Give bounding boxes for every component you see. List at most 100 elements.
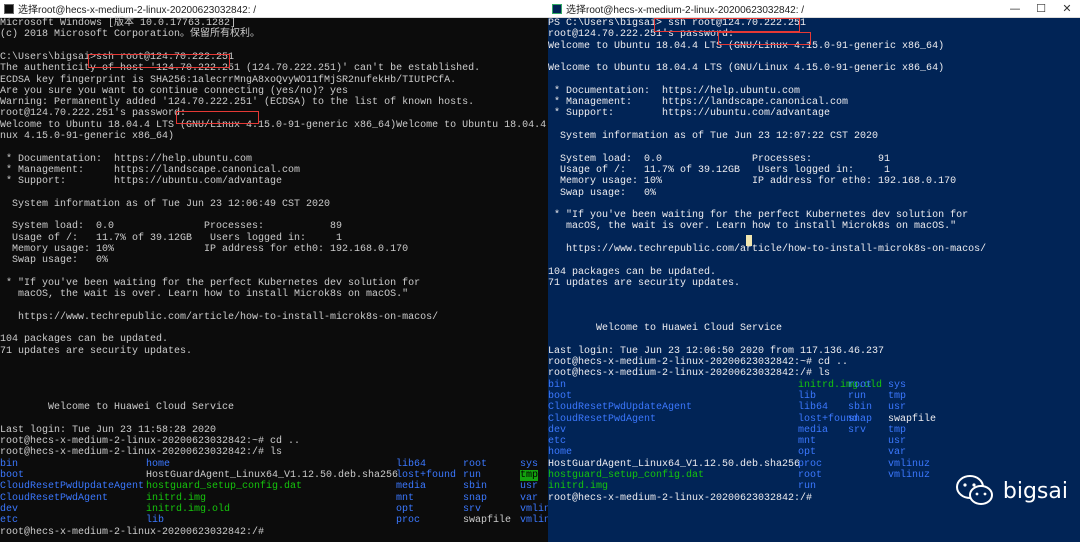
cmd-app-icon	[4, 3, 14, 14]
terminal-line: Warning: Permanently added '124.70.222.2…	[0, 97, 475, 109]
terminal-line: Memory usage: 10% IP address for eth0: 1…	[0, 244, 409, 255]
ls-entry: boot	[548, 390, 573, 402]
minimize-button[interactable]: —	[1002, 2, 1028, 15]
terminal-line: * "If you've been waiting for the perfec…	[0, 277, 421, 289]
terminal-line: https://www.techrepublic.com/article/how…	[548, 244, 987, 255]
terminal-line: Welcome to Huawei Cloud Service	[548, 323, 783, 335]
terminal-line: * Management: https://landscape.canonica…	[0, 164, 301, 176]
terminal-line: * Support: https://ubuntu.com/advantage	[0, 176, 283, 188]
powershell-window-title: 选择root@hecs-x-medium-2-linux-20200623032…	[566, 5, 805, 16]
ls-entry: proc	[798, 458, 823, 470]
ls-entry: var	[520, 492, 539, 504]
ls-entry: CloudResetPwdAgent	[548, 413, 657, 425]
terminal-line: Memory usage: 10% IP address for eth0: 1…	[548, 176, 957, 188]
cmd-terminal-output[interactable]: Microsoft Windows [版本 10.0.17763.1282] (c…	[0, 18, 548, 542]
ls-entry: swapfile	[463, 515, 512, 527]
ls-entry: mnt	[396, 492, 415, 504]
ls-entry: lib64	[396, 458, 427, 470]
terminal-line: Last login: Tue Jun 23 11:58:28 2020	[0, 424, 217, 436]
terminal-line: ECDSA key fingerprint is SHA256:1alecrrM…	[0, 74, 457, 86]
ls-entry: sys	[888, 379, 907, 391]
left-password-highlight	[176, 111, 259, 124]
wechat-icon	[955, 475, 993, 505]
terminal-line: (c) 2018 Microsoft Corporation。保留所有权利。	[0, 29, 261, 41]
terminal-line: Welcome to Ubuntu 18.04.4 LTS (GNU/Linux…	[548, 63, 945, 75]
powershell-window[interactable]: 选择root@hecs-x-medium-2-linux-20200623032…	[548, 0, 1080, 542]
ls-entry: etc	[548, 436, 567, 448]
ls-entry: opt	[798, 447, 817, 459]
terminal-line: https://www.techrepublic.com/article/how…	[0, 311, 439, 323]
ls-entry: media	[396, 481, 427, 493]
ls-entry: initrd.img	[548, 481, 609, 493]
ls-entry: lib	[798, 390, 817, 402]
cmd-window[interactable]: 选择root@hecs-x-medium-2-linux-20200623032…	[0, 0, 548, 542]
ls-entry: swapfile	[888, 413, 937, 425]
ls-entry: usr	[888, 436, 907, 448]
terminal-line: System information as of Tue Jun 23 12:0…	[0, 198, 331, 210]
maximize-button[interactable]: ☐	[1028, 2, 1054, 15]
terminal-line: 104 packages can be updated.	[548, 266, 717, 278]
watermark: bigsai	[955, 474, 1068, 508]
ls-entry: lost+found	[396, 470, 457, 481]
terminal-line: Microsoft Windows [版本 10.0.17763.1282]	[0, 18, 237, 29]
ls-entry: initrd.img.old	[146, 503, 231, 515]
ls-entry: CloudResetPwdUpdateAgent	[0, 481, 145, 493]
ls-entry: sbin	[848, 402, 873, 414]
ls-entry: mnt	[798, 436, 817, 448]
terminal-line: macOS, the wait is over. Learn how to in…	[0, 289, 409, 301]
ls-entry: tmp	[888, 390, 907, 402]
ls-entry: proc	[396, 515, 421, 527]
cmd-window-title: 选择root@hecs-x-medium-2-linux-20200623032…	[18, 5, 257, 16]
ls-entry: sbin	[463, 481, 488, 493]
terminal-line: * Documentation: https://help.ubuntu.com	[548, 85, 801, 97]
ls-entry: run	[798, 481, 817, 493]
terminal-line: Welcome to Huawei Cloud Service	[0, 402, 235, 414]
ls-entry: opt	[396, 503, 415, 515]
terminal-line: root@hecs-x-medium-2-linux-2020062303284…	[548, 357, 849, 368]
terminal-line: Usage of /: 11.7% of 39.12GB Users logge…	[0, 232, 343, 244]
ls-entry: root	[463, 458, 488, 470]
ls-entry: vmlinuz	[888, 470, 931, 481]
terminal-line: The authenticity of host '124.70.222.251…	[0, 63, 481, 75]
terminal-line: 71 updates are security updates.	[0, 345, 193, 357]
cmd-titlebar[interactable]: 选择root@hecs-x-medium-2-linux-20200623032…	[0, 0, 548, 18]
powershell-titlebar[interactable]: 选择root@hecs-x-medium-2-linux-20200623032…	[548, 0, 1080, 18]
ls-entry: vmlin	[520, 503, 548, 515]
ls-entry: vmlinuz	[888, 458, 931, 470]
terminal-line: * Support: https://ubuntu.com/advantage	[548, 108, 831, 120]
terminal-line: Swap usage: 0%	[0, 255, 109, 267]
ls-entry: snap	[463, 492, 488, 504]
ls-entry: sys	[520, 458, 539, 470]
terminal-line: Usage of /: 11.7% of 39.12GB Users logge…	[548, 164, 891, 176]
ls-entry: media	[798, 424, 829, 436]
terminal-line: Are you sure you want to continue connec…	[0, 85, 349, 97]
ls-entry: tmp	[520, 470, 539, 482]
watermark-text: bigsai	[1002, 478, 1068, 504]
ls-entry: boot	[0, 470, 25, 481]
ls-entry: home	[146, 458, 171, 470]
ls-entry: srv	[848, 424, 867, 436]
terminal-line: System load: 0.0 Processes: 89	[0, 221, 343, 233]
ls-entry: etc	[0, 515, 19, 527]
terminal-line: * Management: https://landscape.canonica…	[548, 97, 849, 109]
ls-entry: root	[848, 379, 873, 391]
ls-entry: tmp	[888, 424, 907, 436]
terminal-line: root@hecs-x-medium-2-linux-2020062303284…	[548, 368, 831, 380]
ls-entry: hostguard_setup_config.dat	[146, 481, 303, 493]
ls-entry: bin	[0, 458, 19, 470]
ls-entry: vmlin	[520, 515, 548, 527]
shell-prompt[interactable]: root@hecs-x-medium-2-linux-2020062303284…	[0, 527, 264, 538]
ls-entry: snap	[848, 413, 873, 425]
ls-entry: run	[848, 390, 867, 402]
terminal-line: System load: 0.0 Processes: 91	[548, 153, 891, 165]
close-button[interactable]: ✕	[1054, 2, 1080, 15]
terminal-line: * Documentation: https://help.ubuntu.com	[0, 153, 253, 165]
powershell-terminal-output[interactable]: PS C:\Users\bigsai> ssh root@124.70.222.…	[548, 18, 1080, 542]
ls-entry: CloudResetPwdUpdateAgent	[548, 402, 693, 414]
ls-entry: hostguard_setup_config.dat	[548, 470, 705, 481]
shell-prompt[interactable]: root@hecs-x-medium-2-linux-2020062303284…	[548, 493, 812, 504]
ls-entry: lib	[146, 515, 165, 527]
ls-entry: dev	[548, 424, 567, 436]
ls-entry: srv	[463, 503, 482, 515]
terminal-line: root@hecs-x-medium-2-linux-2020062303284…	[0, 436, 301, 448]
